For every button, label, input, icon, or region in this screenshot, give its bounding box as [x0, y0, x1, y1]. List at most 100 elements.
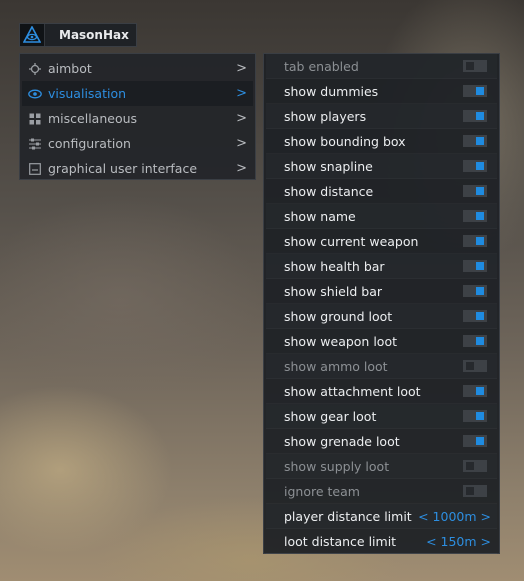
chevron-right-icon: >	[236, 136, 247, 151]
setting-label: loot distance limit	[284, 533, 397, 549]
setting-label: show name	[284, 208, 356, 224]
setting-row-show-gear-loot: show gear loot	[266, 404, 497, 429]
toggle-knob	[476, 237, 484, 245]
eye-triangle-icon	[20, 24, 45, 46]
window-icon	[28, 162, 42, 176]
setting-label: show bounding box	[284, 133, 406, 149]
setting-row-tab-enabled: tab enabled	[266, 54, 497, 79]
setting-label: ignore team	[284, 483, 360, 499]
setting-toggle[interactable]	[463, 85, 487, 97]
setting-label: show health bar	[284, 258, 385, 274]
toggle-knob	[476, 262, 484, 270]
setting-row-show-ammo-loot: show ammo loot	[266, 354, 497, 379]
chevron-right-icon: >	[236, 111, 247, 126]
setting-toggle[interactable]	[463, 410, 487, 422]
menu-item-label: visualisation	[48, 86, 127, 101]
setting-row-show-ground-loot: show ground loot	[266, 304, 497, 329]
setting-row-show-bounding-box: show bounding box	[266, 129, 497, 154]
toggle-knob	[476, 87, 484, 95]
setting-toggle[interactable]	[463, 210, 487, 222]
setting-toggle[interactable]	[463, 60, 487, 72]
setting-toggle[interactable]	[463, 310, 487, 322]
setting-row-show-snapline: show snapline	[266, 154, 497, 179]
chevron-right-icon: >	[236, 161, 247, 176]
setting-row-show-grenade-loot: show grenade loot	[266, 429, 497, 454]
crosshair-icon	[28, 62, 42, 76]
toggle-knob	[476, 437, 484, 445]
setting-toggle[interactable]	[463, 185, 487, 197]
setting-row-show-current-weapon: show current weapon	[266, 229, 497, 254]
menu-item-miscellaneous[interactable]: miscellaneous >	[22, 106, 253, 131]
distance-stepper[interactable]: < 150m >	[426, 534, 491, 549]
app-title: MasonHax	[59, 28, 129, 42]
toggle-knob	[476, 212, 484, 220]
menu-item-visualisation[interactable]: visualisation >	[22, 81, 253, 106]
setting-label: show grenade loot	[284, 433, 400, 449]
setting-toggle[interactable]	[463, 160, 487, 172]
toggle-knob	[476, 112, 484, 120]
setting-label: show ammo loot	[284, 358, 388, 374]
setting-label: tab enabled	[284, 58, 359, 74]
setting-toggle[interactable]	[463, 260, 487, 272]
setting-row-loot-distance-limit: loot distance limit < 150m >	[266, 529, 497, 554]
menu-item-label: graphical user interface	[48, 161, 198, 176]
setting-toggle[interactable]	[463, 460, 487, 472]
toggle-knob	[466, 462, 474, 470]
setting-row-ignore-team: ignore team	[266, 479, 497, 504]
setting-label: show weapon loot	[284, 333, 398, 349]
setting-row-show-attachment-loot: show attachment loot	[266, 379, 497, 404]
setting-toggle[interactable]	[463, 335, 487, 347]
setting-toggle[interactable]	[463, 435, 487, 447]
chevron-right-icon: >	[236, 61, 247, 76]
menu-item-configuration[interactable]: configuration >	[22, 131, 253, 156]
menu-item-aimbot[interactable]: aimbot >	[22, 56, 253, 81]
setting-row-show-weapon-loot: show weapon loot	[266, 329, 497, 354]
toggle-knob	[476, 337, 484, 345]
setting-toggle[interactable]	[463, 135, 487, 147]
setting-label: player distance limit	[284, 508, 412, 524]
toggle-knob	[476, 412, 484, 420]
setting-label: show snapline	[284, 158, 373, 174]
menu-item-graphical-user-interface[interactable]: graphical user interface >	[22, 156, 253, 181]
toggle-knob	[466, 62, 474, 70]
setting-row-show-supply-loot: show supply loot	[266, 454, 497, 479]
setting-toggle[interactable]	[463, 385, 487, 397]
toggle-knob	[476, 387, 484, 395]
setting-label: show supply loot	[284, 458, 390, 474]
setting-row-player-distance-limit: player distance limit < 1000m >	[266, 504, 497, 529]
setting-toggle[interactable]	[463, 485, 487, 497]
setting-label: show gear loot	[284, 408, 377, 424]
setting-toggle[interactable]	[463, 285, 487, 297]
setting-toggle[interactable]	[463, 110, 487, 122]
grid-icon	[28, 112, 42, 126]
setting-toggle[interactable]	[463, 235, 487, 247]
sliders-icon	[28, 137, 42, 151]
setting-row-show-health-bar: show health bar	[266, 254, 497, 279]
setting-label: show distance	[284, 183, 374, 199]
toggle-knob	[476, 137, 484, 145]
toggle-knob	[476, 312, 484, 320]
setting-row-show-shield-bar: show shield bar	[266, 279, 497, 304]
setting-label: show ground loot	[284, 308, 393, 324]
setting-label: show dummies	[284, 83, 379, 99]
menu-item-label: configuration	[48, 136, 131, 151]
category-menu: aimbot > visualisation > miscellaneous > confi…	[19, 53, 256, 180]
setting-row-show-dummies: show dummies	[266, 79, 497, 104]
toggle-knob	[476, 187, 484, 195]
eye-icon	[28, 87, 42, 101]
menu-item-label: aimbot	[48, 61, 92, 76]
setting-label: show players	[284, 108, 367, 124]
setting-label: show current weapon	[284, 233, 419, 249]
menu-item-label: miscellaneous	[48, 111, 138, 126]
chevron-right-icon: >	[236, 86, 247, 101]
distance-stepper[interactable]: < 1000m >	[418, 509, 491, 524]
setting-label: show shield bar	[284, 283, 382, 299]
setting-label: show attachment loot	[284, 383, 421, 399]
toggle-knob	[476, 162, 484, 170]
settings-panel: tab enabled show dummies show players show …	[263, 53, 500, 554]
toggle-knob	[476, 287, 484, 295]
toggle-knob	[466, 362, 474, 370]
title-bar: MasonHax	[19, 23, 137, 47]
setting-toggle[interactable]	[463, 360, 487, 372]
setting-row-show-players: show players	[266, 104, 497, 129]
